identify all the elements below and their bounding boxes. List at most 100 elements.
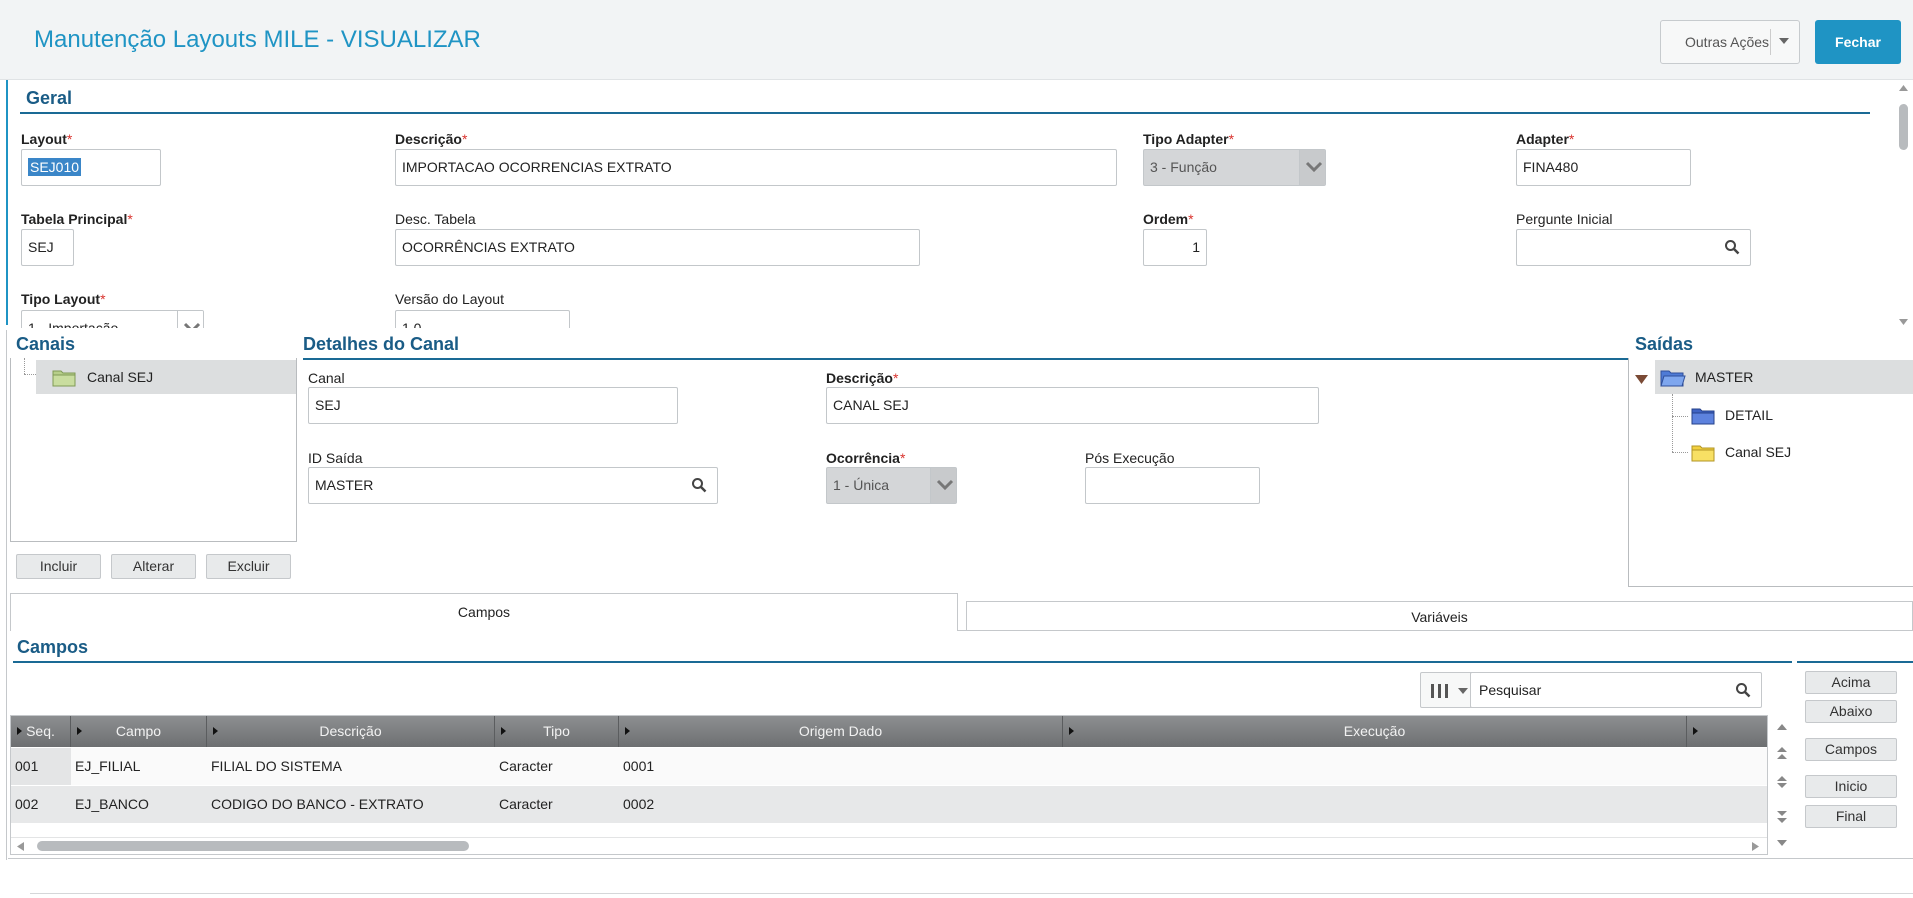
column-chooser-button[interactable] bbox=[1420, 672, 1472, 708]
column-header-origem-dado[interactable]: Origem Dado bbox=[619, 716, 1063, 747]
tab-campos[interactable]: Campos bbox=[10, 593, 958, 631]
column-header-seq[interactable]: Seq. bbox=[11, 716, 71, 747]
campos-search-input[interactable]: Pesquisar bbox=[1470, 672, 1762, 708]
cell-origem-dado: 0001 bbox=[623, 758, 655, 774]
folder-icon bbox=[1691, 445, 1715, 462]
grid-h-scrollbar[interactable] bbox=[11, 837, 1767, 854]
caret-down-icon bbox=[1779, 38, 1789, 44]
expand-arrow-icon[interactable] bbox=[1635, 375, 1648, 384]
column-header-extra[interactable] bbox=[1687, 716, 1767, 747]
chevron-down-icon bbox=[930, 468, 956, 503]
tipo-adapter-label: Tipo Adapter* bbox=[1143, 131, 1235, 147]
tipo-adapter-select[interactable]: 3 - Função bbox=[1143, 149, 1326, 186]
tree-item-detail[interactable]: DETAIL bbox=[1683, 398, 1913, 432]
folder-icon bbox=[52, 370, 76, 387]
ordem-label: Ordem* bbox=[1143, 211, 1194, 227]
tree-item-master[interactable]: MASTER bbox=[1655, 360, 1913, 394]
arrow-right-icon[interactable] bbox=[1752, 842, 1759, 851]
canal-label: Canal bbox=[308, 370, 345, 386]
descricao-input[interactable]: IMPORTACAO OCORRENCIAS EXTRATO bbox=[395, 149, 1117, 186]
column-header-tipo[interactable]: Tipo bbox=[495, 716, 619, 747]
scroll-thumb[interactable] bbox=[37, 841, 469, 851]
caret-down-icon bbox=[1458, 688, 1468, 694]
adapter-label: Adapter* bbox=[1516, 131, 1575, 147]
tree-item-label: DETAIL bbox=[1725, 407, 1773, 423]
ordem-input[interactable]: 1 bbox=[1143, 229, 1207, 266]
accent-bar-lower bbox=[6, 330, 7, 860]
arrow-down-icon[interactable] bbox=[1777, 839, 1787, 847]
column-header-campo[interactable]: Campo bbox=[71, 716, 207, 747]
section-campos-title: Campos bbox=[17, 637, 89, 657]
cell-tipo: Caracter bbox=[499, 758, 553, 774]
folder-icon bbox=[1691, 408, 1715, 425]
tree-connector bbox=[24, 358, 25, 374]
versao-layout-input[interactable]: 1.0 bbox=[395, 310, 570, 328]
cell-seq: 001 bbox=[11, 748, 71, 785]
column-header-descricao[interactable]: Descrição bbox=[207, 716, 495, 747]
tree-item-canal-sej[interactable]: Canal SEJ bbox=[1683, 435, 1913, 469]
geral-scrollbar[interactable] bbox=[1896, 82, 1910, 328]
final-button[interactable]: Final bbox=[1805, 805, 1897, 828]
campos-button[interactable]: Campos bbox=[1805, 738, 1897, 761]
page-header: Manutenção Layouts MILE - VISUALIZAR Out… bbox=[0, 0, 1913, 80]
layout-label: Layout* bbox=[21, 131, 73, 147]
chevron-down-icon bbox=[177, 311, 203, 328]
table-row[interactable]: 001 EJ_FILIAL FILIAL DO SISTEMA Caracter… bbox=[11, 748, 1767, 785]
pergunte-inicial-label: Pergunte Inicial bbox=[1516, 211, 1613, 227]
desc-tabela-input[interactable]: OCORRÊNCIAS EXTRATO bbox=[395, 229, 920, 266]
tabela-principal-label: Tabela Principal* bbox=[21, 211, 133, 227]
search-icon[interactable] bbox=[1735, 682, 1751, 698]
divider bbox=[30, 893, 1913, 894]
outras-acoes-label: Outras Ações bbox=[1685, 34, 1770, 50]
tree-item-label: Canal SEJ bbox=[87, 369, 154, 385]
search-icon[interactable] bbox=[691, 477, 707, 493]
outras-acoes-button[interactable]: Outras Ações bbox=[1660, 20, 1800, 64]
cell-descricao: CODIGO DO BANCO - EXTRATO bbox=[211, 796, 424, 812]
tab-baseline bbox=[958, 630, 1913, 631]
pos-execucao-input[interactable] bbox=[1085, 467, 1260, 504]
double-arrow-down-icon[interactable] bbox=[1777, 810, 1787, 824]
geral-row3-clip: Tipo Layout* 1 - Importação Versão do La… bbox=[0, 285, 1895, 328]
column-header-execucao[interactable]: Execução bbox=[1063, 716, 1687, 747]
id-saida-input[interactable]: MASTER bbox=[308, 467, 718, 504]
cell-execucao bbox=[1063, 748, 1687, 785]
arrow-up-down-icon[interactable] bbox=[1777, 775, 1787, 789]
section-detalhes-title: Detalhes do Canal bbox=[303, 334, 460, 354]
section-geral-line bbox=[20, 112, 1870, 114]
fechar-button[interactable]: Fechar bbox=[1815, 20, 1901, 64]
adapter-input[interactable]: FINA480 bbox=[1516, 149, 1691, 186]
scroll-thumb[interactable] bbox=[1899, 104, 1908, 150]
excluir-button[interactable]: Excluir bbox=[206, 554, 291, 579]
cell-campo: EJ_FILIAL bbox=[75, 758, 141, 774]
section-campos-line bbox=[13, 661, 1792, 663]
tree-item-canal[interactable]: Canal SEJ bbox=[36, 360, 296, 394]
section-campos-line-right bbox=[1797, 661, 1913, 663]
grid-v-nav bbox=[1771, 715, 1793, 855]
incluir-button[interactable]: Incluir bbox=[16, 554, 101, 579]
divider bbox=[1770, 29, 1771, 55]
divider bbox=[8, 858, 1913, 859]
alterar-button[interactable]: Alterar bbox=[111, 554, 196, 579]
arrow-up-icon[interactable] bbox=[1899, 84, 1908, 92]
double-arrow-up-icon[interactable] bbox=[1777, 746, 1787, 760]
canal-input[interactable]: SEJ bbox=[308, 387, 678, 424]
ocorrencia-select[interactable]: 1 - Única bbox=[826, 467, 957, 504]
acima-button[interactable]: Acima bbox=[1805, 671, 1897, 694]
tab-variaveis[interactable]: Variáveis bbox=[966, 601, 1913, 631]
columns-icon bbox=[1431, 684, 1448, 698]
abaixo-button[interactable]: Abaixo bbox=[1805, 700, 1897, 723]
cell-seq: 002 bbox=[15, 796, 39, 812]
arrow-down-icon[interactable] bbox=[1899, 318, 1908, 326]
pergunte-inicial-input[interactable] bbox=[1516, 229, 1751, 266]
arrow-up-icon[interactable] bbox=[1777, 723, 1787, 731]
table-row[interactable]: 002 EJ_BANCO CODIGO DO BANCO - EXTRATO C… bbox=[11, 786, 1767, 823]
id-saida-label: ID Saída bbox=[308, 450, 363, 466]
inicio-button[interactable]: Inicio bbox=[1805, 775, 1897, 798]
tabela-principal-input[interactable]: SEJ bbox=[21, 229, 74, 266]
layout-input[interactable]: SEJ010 bbox=[21, 149, 161, 186]
canal-descricao-input[interactable]: CANAL SEJ bbox=[826, 387, 1319, 424]
search-icon[interactable] bbox=[1724, 239, 1740, 255]
tipo-layout-select[interactable]: 1 - Importação bbox=[21, 310, 204, 328]
cell-descricao: FILIAL DO SISTEMA bbox=[211, 758, 342, 774]
arrow-left-icon[interactable] bbox=[17, 842, 24, 851]
